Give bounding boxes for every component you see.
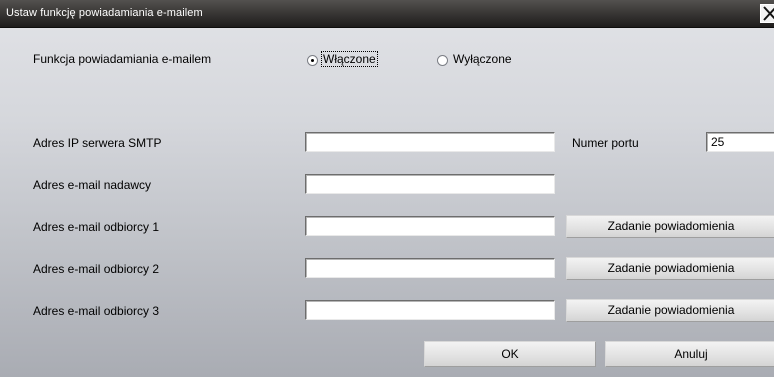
notification-request-button-2[interactable]: Zadanie powiadomienia [566,257,774,280]
recipient-3-input[interactable] [305,300,555,320]
recipient-2-input[interactable] [305,258,555,278]
radio-enabled-label[interactable]: Włączone [321,51,378,67]
cancel-button[interactable]: Anuluj [605,341,774,367]
email-notification-dialog: Ustaw funkcję powiadamiania e-mailem Fun… [0,0,774,377]
recipient-2-label: Adres e-mail odbiorcy 2 [33,262,160,276]
ok-button[interactable]: OK [424,341,596,367]
smtp-server-input[interactable] [305,132,555,152]
notification-request-button-3[interactable]: Zadanie powiadomienia [566,299,774,322]
radio-enabled[interactable] [307,55,318,66]
recipient-1-input[interactable] [305,216,555,236]
sender-label: Adres e-mail nadawcy [33,178,152,192]
title-bar: Ustaw funkcję powiadamiania e-mailem [0,0,774,28]
window-title: Ustaw funkcję powiadamiania e-mailem [6,7,203,19]
smtp-label: Adres IP serwera SMTP [33,136,162,150]
port-input[interactable] [706,132,774,152]
recipient-1-label: Adres e-mail odbiorcy 1 [33,220,160,234]
close-button[interactable] [760,4,774,23]
radio-disabled[interactable] [437,55,448,66]
sender-email-input[interactable] [305,174,555,194]
recipient-3-label: Adres e-mail odbiorcy 3 [33,304,160,318]
notification-label: Funkcja powiadamiania e-mailem [33,52,212,66]
close-icon [763,6,774,21]
notification-request-button-1[interactable]: Zadanie powiadomienia [566,215,774,238]
radio-disabled-label[interactable]: Wyłączone [453,52,512,66]
port-label: Numer portu [572,136,639,150]
